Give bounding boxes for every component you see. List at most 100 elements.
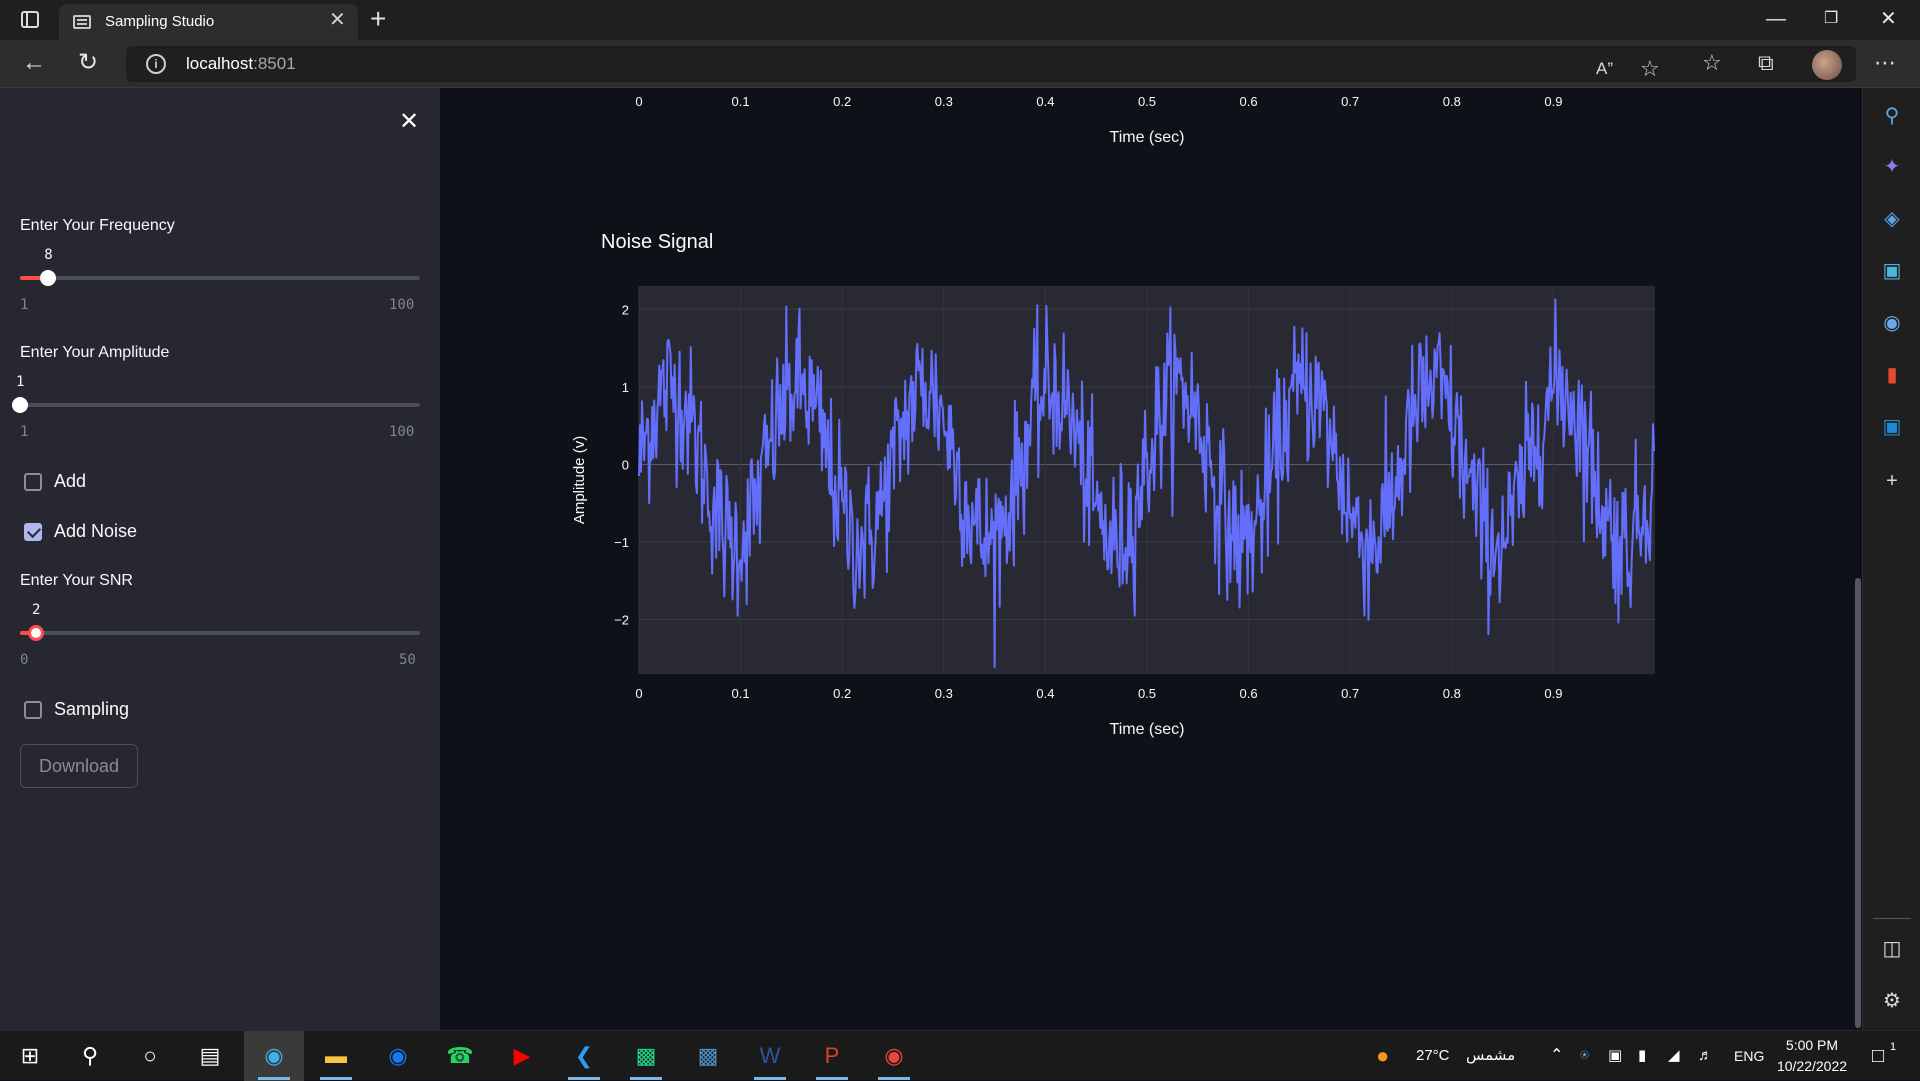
amplitude-max: 100 bbox=[389, 424, 415, 440]
edge-sidebar-divider bbox=[1873, 918, 1911, 919]
frequency-min: 1 bbox=[20, 297, 29, 313]
snr-slider-thumb[interactable] bbox=[28, 625, 44, 641]
word-icon[interactable]: W bbox=[740, 1031, 800, 1081]
task-view-icon[interactable]: ▤ bbox=[180, 1031, 240, 1081]
chrome-icon[interactable]: ◉ bbox=[864, 1031, 924, 1081]
office-icon[interactable]: ▮ bbox=[1881, 364, 1903, 386]
copilot-icon[interactable]: ✦ bbox=[1881, 156, 1903, 178]
previous-chart-x-tick-label: 0.6 bbox=[1240, 94, 1258, 109]
previous-chart-x-tick-label: 0.7 bbox=[1341, 94, 1359, 109]
previous-chart-x-tick-label: 0.1 bbox=[732, 94, 750, 109]
sampling-label[interactable]: Sampling bbox=[54, 699, 129, 720]
clock[interactable]: 5:00 PM 10/22/2022 bbox=[1776, 1035, 1848, 1077]
add-noise-label[interactable]: Add Noise bbox=[54, 521, 137, 542]
collections-icon[interactable]: ⧉ bbox=[1758, 48, 1774, 78]
new-tab-icon[interactable]: + bbox=[370, 4, 386, 34]
camera-icon[interactable]: ▣ bbox=[1608, 1031, 1622, 1081]
refresh-icon[interactable]: ↻ bbox=[78, 48, 98, 78]
site-info-icon[interactable]: i bbox=[146, 54, 166, 74]
add-checkbox[interactable] bbox=[24, 473, 42, 491]
previous-chart-x-axis-title: Time (sec) bbox=[1110, 129, 1185, 146]
snr-label: Enter Your SNR bbox=[20, 572, 133, 589]
x-tick-label: 0 bbox=[635, 686, 642, 701]
weather-temp[interactable]: 27°C bbox=[1416, 1031, 1450, 1081]
window-close-icon[interactable]: ✕ bbox=[1880, 6, 1897, 32]
frequency-slider-thumb[interactable] bbox=[40, 270, 57, 286]
add-favorite-icon[interactable]: ☆ bbox=[1640, 54, 1660, 84]
tab-actions-icon[interactable] bbox=[21, 11, 39, 28]
add-noise-checkbox[interactable] bbox=[24, 523, 42, 541]
snr-value: 2 bbox=[32, 602, 41, 618]
x-tick-label: 0.2 bbox=[833, 686, 851, 701]
add-label[interactable]: Add bbox=[54, 471, 86, 492]
read-aloud-icon[interactable]: A” bbox=[1596, 54, 1613, 84]
profile-avatar[interactable] bbox=[1812, 50, 1842, 80]
charts-canvas: 0 0.1 0.2 0.3 0.4 0.5 0.6 0.7 0.8 0.9 Time (sec) … bbox=[571, 94, 1655, 738]
weather-text[interactable]: مشمس bbox=[1466, 1031, 1515, 1081]
sampling-checkbox[interactable] bbox=[24, 701, 42, 719]
tools-icon[interactable]: ▣ bbox=[1881, 260, 1903, 282]
more-menu-icon[interactable]: ⋯ bbox=[1874, 48, 1896, 78]
youtube-icon[interactable]: ▶ bbox=[492, 1031, 552, 1081]
bluetooth-icon[interactable]: ⍟ bbox=[1580, 1031, 1589, 1081]
windows-start-icon[interactable]: ⊞ bbox=[0, 1031, 60, 1081]
clock-date: 10/22/2022 bbox=[1776, 1058, 1848, 1074]
wifi-icon[interactable]: ◢ bbox=[1668, 1031, 1680, 1081]
address-bar[interactable]: i localhost:8501 A” ☆ bbox=[126, 46, 1856, 82]
hide-sidebar-icon[interactable]: ◫ bbox=[1881, 938, 1903, 960]
amplitude-label: Enter Your Amplitude bbox=[20, 344, 170, 361]
whatsapp-icon[interactable]: ☎ bbox=[430, 1031, 490, 1081]
minimize-icon[interactable]: — bbox=[1766, 6, 1786, 32]
browser-tab[interactable]: Sampling Studio ✕ bbox=[59, 4, 358, 40]
powerpoint-icon[interactable]: P bbox=[802, 1031, 862, 1081]
x-tick-label: 0.6 bbox=[1240, 686, 1258, 701]
battery-icon[interactable]: ▮ bbox=[1638, 1031, 1646, 1081]
address-toolbar: ← ↻ i localhost:8501 A” ☆ ☆ ⧉ ⋯ bbox=[0, 40, 1920, 88]
settings-icon[interactable]: ⚙ bbox=[1881, 990, 1903, 1012]
mysql-workbench-icon[interactable]: ▩ bbox=[678, 1031, 738, 1081]
facebook-icon[interactable]: ◉ bbox=[368, 1031, 428, 1081]
outlook-icon[interactable]: ▣ bbox=[1881, 416, 1903, 438]
noise-chart-x-axis-title: Time (sec) bbox=[1110, 721, 1185, 738]
volume-icon[interactable]: ♬ bbox=[1698, 1031, 1713, 1081]
search-taskbar-icon[interactable]: ⚲ bbox=[60, 1031, 120, 1081]
frequency-slider[interactable] bbox=[20, 270, 420, 286]
sidebar-close-icon[interactable]: ✕ bbox=[399, 110, 419, 134]
browser-titlebar: Sampling Studio ✕ + — ❐ ✕ bbox=[0, 0, 1920, 40]
amplitude-min: 1 bbox=[20, 424, 29, 440]
back-icon[interactable]: ← bbox=[22, 48, 46, 78]
shopping-tag-icon[interactable]: ◈ bbox=[1881, 208, 1903, 230]
y-tick-label: 0 bbox=[622, 457, 629, 472]
snr-max: 50 bbox=[399, 652, 416, 668]
amplitude-slider-thumb[interactable] bbox=[12, 397, 28, 413]
vscode-icon[interactable]: ❮ bbox=[554, 1031, 614, 1081]
cortana-icon[interactable]: ○ bbox=[120, 1031, 180, 1081]
weather-icon[interactable]: ● bbox=[1376, 1031, 1389, 1081]
language-indicator[interactable]: ENG bbox=[1734, 1031, 1764, 1081]
tab-close-icon[interactable]: ✕ bbox=[329, 10, 346, 30]
x-tick-label: 0.5 bbox=[1138, 686, 1156, 701]
search-icon[interactable]: ⚲ bbox=[1881, 105, 1903, 127]
favorites-icon[interactable]: ☆ bbox=[1702, 48, 1722, 78]
y-tick-label: −2 bbox=[614, 613, 629, 628]
main-scrollbar[interactable] bbox=[1855, 578, 1861, 1028]
download-button[interactable]: Download bbox=[20, 744, 138, 788]
file-explorer-icon[interactable]: ▬ bbox=[306, 1031, 366, 1081]
notifications-icon[interactable]: □ bbox=[1872, 1031, 1884, 1081]
y-tick-label: −1 bbox=[614, 535, 629, 550]
pycharm-icon[interactable]: ▩ bbox=[616, 1031, 676, 1081]
restore-icon[interactable]: ❐ bbox=[1824, 6, 1838, 32]
previous-chart-x-tick-label: 0.5 bbox=[1138, 94, 1156, 109]
windows-taskbar: ⊞ ⚲ ○ ▤ ◉ ▬ ◉ ☎ ▶ ❮ ▩ ▩ W P ◉ ● 27°C مشم… bbox=[0, 1030, 1920, 1081]
noise-chart-y-axis-title: Amplitude (v) bbox=[571, 436, 588, 524]
add-icon[interactable]: + bbox=[1881, 470, 1903, 492]
edge-taskbar-icon[interactable]: ◉ bbox=[244, 1031, 304, 1081]
previous-chart-x-axis: 0 0.1 0.2 0.3 0.4 0.5 0.6 0.7 0.8 0.9 bbox=[635, 94, 1562, 109]
tab-favicon-icon bbox=[73, 15, 91, 29]
games-icon[interactable]: ◉ bbox=[1881, 312, 1903, 334]
amplitude-slider[interactable] bbox=[12, 397, 420, 413]
show-hidden-icons-icon[interactable]: ⌃ bbox=[1550, 1031, 1563, 1081]
previous-chart-x-tick-label: 0.9 bbox=[1544, 94, 1562, 109]
snr-slider[interactable] bbox=[20, 625, 420, 641]
x-tick-label: 0.3 bbox=[935, 686, 953, 701]
